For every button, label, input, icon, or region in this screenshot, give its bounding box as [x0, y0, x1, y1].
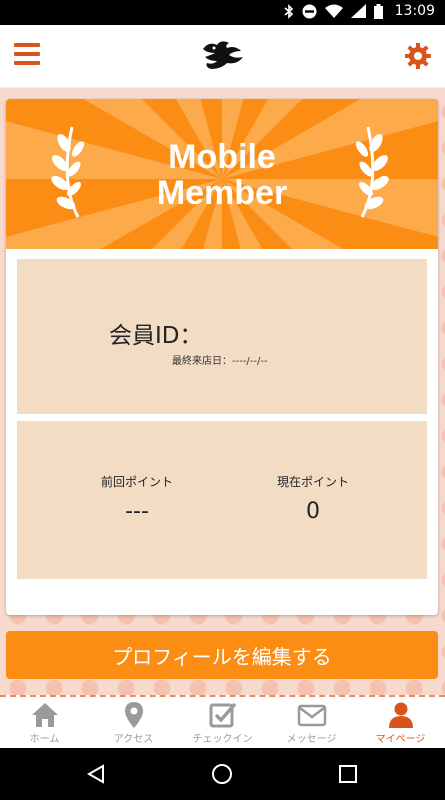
tab-access-label: アクセス: [113, 734, 154, 745]
signal-icon: [350, 4, 366, 18]
envelope-icon: [297, 704, 326, 727]
checkbox-icon: [209, 702, 236, 728]
tab-access[interactable]: アクセス: [89, 697, 178, 747]
home-circle-icon[interactable]: [211, 763, 233, 785]
current-points-label: 現在ポイント: [276, 475, 349, 489]
bottom-tab-bar: ホーム アクセス チェックイン メッセージ マイページ: [0, 695, 445, 747]
wifi-icon: [324, 4, 343, 18]
tab-mypage-label: マイページ: [375, 734, 426, 745]
status-bar: 13:09: [0, 0, 445, 25]
member-id-panel: 会員ID： 最終来店日：----/--/--: [17, 259, 427, 414]
tab-home[interactable]: ホーム: [0, 697, 89, 747]
dragon-logo-icon: [203, 41, 243, 69]
points-panel: 前回ポイント --- 現在ポイント 0: [17, 421, 427, 579]
member-banner: Mobile Member: [6, 99, 438, 249]
member-id-label: 会員ID：: [109, 316, 203, 350]
hamburger-menu-icon[interactable]: [14, 43, 40, 67]
status-icons: 13:09: [284, 3, 435, 19]
bluetooth-icon: [284, 3, 293, 19]
do-not-disturb-icon: [302, 4, 317, 18]
recent-apps-icon[interactable]: [339, 765, 357, 783]
tab-checkin[interactable]: チェックイン: [178, 697, 267, 747]
status-time: 13:09: [394, 3, 435, 19]
tab-message[interactable]: メッセージ: [267, 697, 356, 747]
tab-home-label: ホーム: [29, 734, 60, 745]
battery-icon: [373, 3, 383, 19]
back-icon[interactable]: [86, 764, 106, 784]
tab-message-label: メッセージ: [286, 734, 337, 745]
edit-profile-button[interactable]: プロフィールを編集する: [6, 631, 438, 679]
member-card: Mobile Member 会員ID： 最終来店日：----/--/-- 前回ポ…: [6, 99, 438, 615]
current-points-value: 0: [306, 499, 320, 524]
previous-points-value: ---: [125, 499, 149, 524]
previous-points-label: 前回ポイント: [100, 475, 173, 489]
tab-checkin-label: チェックイン: [192, 734, 253, 745]
system-nav-bar: [0, 748, 445, 800]
last-visit-date: 最終来店日：----/--/--: [172, 356, 268, 367]
home-icon: [31, 703, 58, 727]
laurel-right-icon: [355, 126, 389, 218]
app-header: [0, 25, 445, 88]
gear-icon[interactable]: [405, 43, 431, 69]
map-pin-icon: [124, 702, 143, 728]
tab-mypage[interactable]: マイページ: [356, 697, 445, 747]
member-id-label-text: 会員ID：: [109, 323, 203, 349]
person-icon: [388, 702, 413, 728]
